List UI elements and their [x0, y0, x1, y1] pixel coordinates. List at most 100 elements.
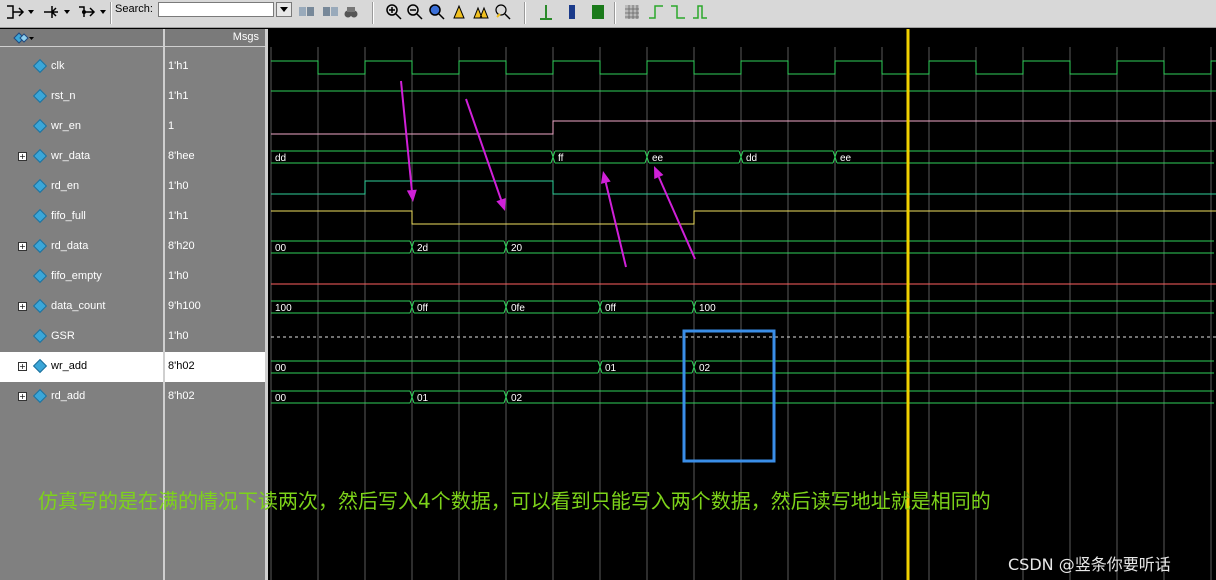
- value-row[interactable]: 1: [165, 112, 265, 142]
- wr-data-value-label: dd: [746, 153, 757, 164]
- value-row[interactable]: 1'h1: [165, 202, 265, 232]
- value-row[interactable]: 8'h02: [165, 382, 265, 412]
- signal-row-rd-data[interactable]: + rd_data: [0, 232, 163, 262]
- signal-row-clk[interactable]: clk: [0, 52, 163, 82]
- signal-diamond-icon: [32, 328, 48, 344]
- data-count-bus-segment: [696, 300, 1214, 314]
- signal-name: fifo_empty: [51, 270, 102, 282]
- binoculars-icon[interactable]: [342, 2, 360, 22]
- signal-value: 1'h1: [168, 210, 189, 222]
- signal-row-wr-add[interactable]: + wr_add: [0, 352, 163, 382]
- value-row[interactable]: 9'h100: [165, 292, 265, 322]
- time-header: [268, 29, 1216, 47]
- signal-row-fifo-full[interactable]: fifo_full: [0, 202, 163, 232]
- toolbar: Search:: [0, 0, 1216, 28]
- value-row[interactable]: 1'h0: [165, 262, 265, 292]
- value-row[interactable]: 8'h02: [165, 352, 265, 382]
- zoom-out-icon[interactable]: [405, 2, 425, 22]
- value-row[interactable]: 1'h1: [165, 82, 265, 112]
- rd-data-bus-segment: [508, 240, 1214, 254]
- annotation-arrow: [604, 182, 627, 268]
- signal-row-rd-add[interactable]: + rd_add: [0, 382, 163, 412]
- signal-diamond-icon: [32, 238, 48, 254]
- wave-bar-icon[interactable]: [562, 2, 582, 22]
- chevron-down-icon[interactable]: [62, 2, 72, 22]
- edge-fall-icon[interactable]: [668, 2, 688, 22]
- signal-row-gsr[interactable]: GSR: [0, 322, 163, 352]
- zoom-cursor-icon[interactable]: [449, 2, 469, 22]
- rd-add-bus-segment: [271, 390, 410, 404]
- value-row[interactable]: 8'h20: [165, 232, 265, 262]
- signal-name: rd_add: [51, 390, 86, 402]
- rd-add-bus-segment: [508, 390, 1214, 404]
- wr-add-bus-segment: [271, 360, 598, 374]
- search-dropdown-button[interactable]: [276, 2, 292, 17]
- wr-data-value-label: ff: [558, 153, 564, 164]
- zoom-in-icon[interactable]: [384, 2, 404, 22]
- value-row[interactable]: 1'h0: [165, 172, 265, 202]
- highlight-box: [682, 329, 776, 463]
- signal-row-wr-data[interactable]: + wr_data: [0, 142, 163, 172]
- annotation-arrow: [657, 176, 696, 260]
- wr-add-value-label: 01: [605, 363, 617, 374]
- rd-data-bus-segment: [271, 240, 410, 254]
- signal-row-fifo-empty[interactable]: fifo_empty: [0, 262, 163, 292]
- signal-diamond-icon: [32, 148, 48, 164]
- expand-icon[interactable]: +: [18, 242, 27, 251]
- rd-data-value-label: 2d: [417, 243, 428, 254]
- signal-value: 8'h02: [168, 390, 195, 402]
- wr-data-bus-segment: [271, 150, 551, 164]
- zoom-last-icon[interactable]: [493, 2, 513, 22]
- signal-value: 8'h02: [168, 360, 195, 372]
- signal-name: rd_data: [51, 240, 89, 252]
- edge-any-icon[interactable]: [690, 2, 710, 22]
- wave-diamond-icon[interactable]: [12, 31, 34, 44]
- find-prev-icon[interactable]: [320, 2, 342, 22]
- grid-pattern-icon[interactable]: [622, 2, 642, 22]
- chevron-down-icon[interactable]: [26, 2, 36, 22]
- search-input[interactable]: [158, 2, 274, 17]
- signal-diamond-icon: [32, 58, 48, 74]
- rd-add-value-label: 00: [275, 393, 287, 404]
- signal-value: 1'h1: [168, 60, 189, 72]
- signal-name: wr_data: [51, 150, 91, 162]
- signal-diamond-icon: [32, 178, 48, 194]
- signal-row-rst-n[interactable]: rst_n: [0, 82, 163, 112]
- signal-diamond-icon: [32, 298, 48, 314]
- value-row[interactable]: 8'hee: [165, 142, 265, 172]
- signal-row-data-count[interactable]: + data_count: [0, 292, 163, 322]
- signal-value: 8'h20: [168, 240, 195, 252]
- signal-row-rd-en[interactable]: rd_en: [0, 172, 163, 202]
- signal-value: 1'h1: [168, 90, 189, 102]
- signal-name: clk: [51, 60, 65, 72]
- fifo-full-wave: [271, 210, 1216, 225]
- wr-data-value-label: ee: [652, 153, 664, 164]
- value-row[interactable]: 1'h1: [165, 52, 265, 82]
- signal-value: 8'hee: [168, 150, 195, 162]
- search-label: Search:: [115, 3, 153, 15]
- wave-fill-icon[interactable]: [588, 2, 608, 22]
- chevron-down-icon[interactable]: [98, 2, 108, 22]
- insert-wave-icon[interactable]: [40, 2, 62, 22]
- wr-data-value-label: ee: [840, 153, 852, 164]
- step-wave-icon[interactable]: [76, 2, 98, 22]
- msgs-label: Msgs: [232, 31, 259, 43]
- data-count-value-label: 0ff: [417, 303, 428, 314]
- find-next-icon[interactable]: [296, 2, 318, 22]
- expand-icon[interactable]: +: [18, 392, 27, 401]
- zoom-range-icon[interactable]: [471, 2, 491, 22]
- expand-icon[interactable]: +: [18, 152, 27, 161]
- zoom-full-icon[interactable]: [427, 2, 447, 22]
- expand-icon[interactable]: +: [18, 302, 27, 311]
- toolbar-divider: [614, 2, 616, 24]
- annotation-arrow: [400, 80, 413, 191]
- value-row[interactable]: 1'h0: [165, 322, 265, 352]
- add-wave-icon[interactable]: [4, 2, 26, 22]
- wave-line-icon[interactable]: [536, 2, 556, 22]
- signal-diamond-icon: [32, 88, 48, 104]
- signal-row-wr-en[interactable]: wr_en: [0, 112, 163, 142]
- signal-name: data_count: [51, 300, 106, 312]
- edge-rise-icon[interactable]: [646, 2, 666, 22]
- expand-icon[interactable]: +: [18, 362, 27, 371]
- signal-diamond-icon: [32, 358, 48, 374]
